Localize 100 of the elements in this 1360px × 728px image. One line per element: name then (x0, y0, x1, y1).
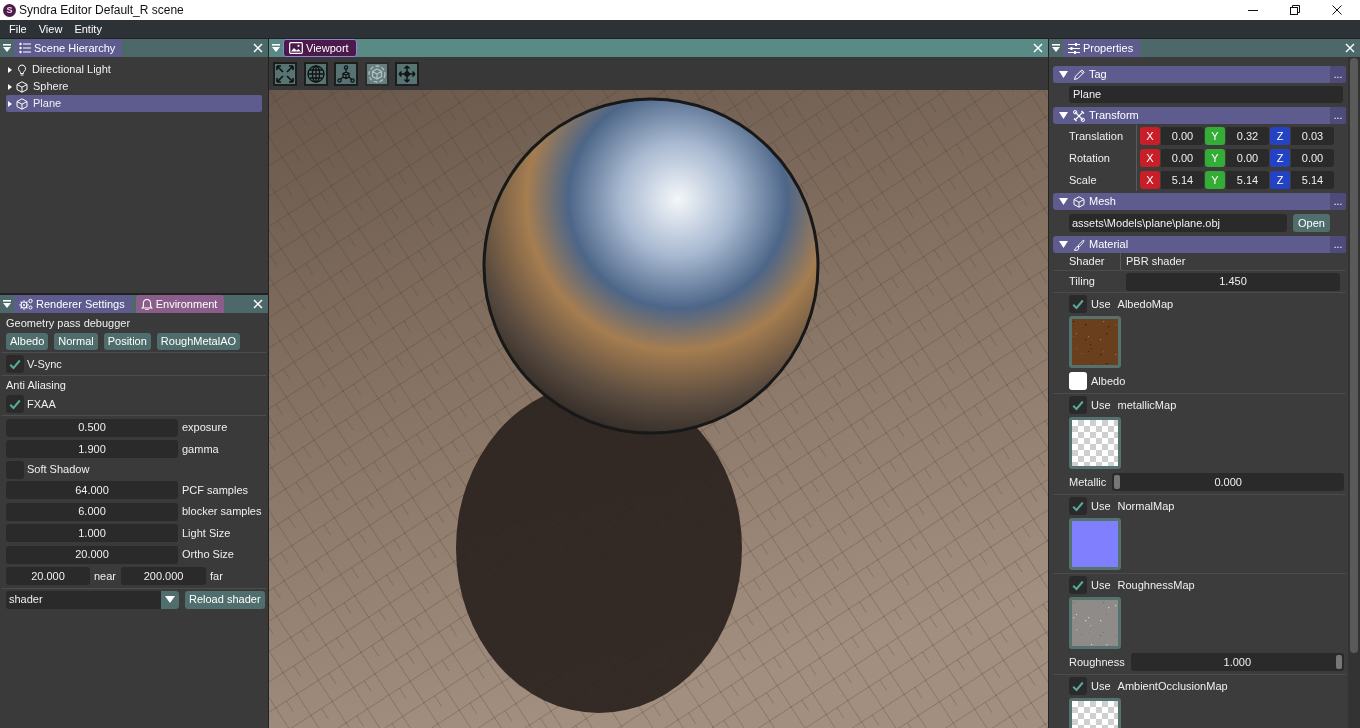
property-label: Rotation (1069, 152, 1110, 164)
crossed-tools-icon (1073, 109, 1085, 122)
close-button[interactable] (1344, 41, 1356, 55)
close-button[interactable] (1032, 41, 1044, 55)
collapsing-header[interactable]: Material ... (1053, 236, 1346, 253)
axis-button[interactable]: X (1140, 171, 1160, 189)
close-button[interactable] (252, 41, 264, 55)
close-button[interactable] (252, 297, 264, 311)
dropdown[interactable]: shader (6, 590, 179, 609)
color-swatch[interactable] (1069, 372, 1087, 390)
text-field[interactable]: Plane (1069, 86, 1343, 103)
menu-item[interactable]: File (3, 20, 33, 38)
toolbar-button[interactable] (395, 61, 419, 86)
value-field[interactable]: 0.03 (1291, 127, 1334, 145)
texture-thumbnail[interactable] (1069, 518, 1121, 570)
value-field[interactable]: 0.00 (1161, 127, 1204, 145)
reload-shader-button[interactable]: Reload shader (185, 590, 265, 609)
scrollbar-thumb[interactable] (1350, 58, 1358, 653)
texture-thumbnail[interactable] (1069, 316, 1121, 368)
drag-field[interactable]: 64.000 (6, 481, 178, 500)
axis-button[interactable]: Z (1270, 149, 1290, 167)
value-field[interactable]: 0.00 (1161, 149, 1204, 167)
panel-tab[interactable]: Renderer Settings (14, 295, 132, 313)
texture-name: AlbedoMap (1117, 298, 1174, 310)
panel-tab[interactable]: Properties (1063, 39, 1141, 57)
axis-button[interactable]: Z (1270, 171, 1290, 189)
drag-field[interactable]: 6.000 (6, 502, 178, 521)
drag-field[interactable]: 1.000 (6, 524, 178, 543)
drag-field[interactable]: 1.900 (6, 440, 178, 459)
texture-thumbnail[interactable] (1069, 417, 1121, 469)
window-menu-icon (271, 44, 280, 52)
close-icon (1033, 43, 1043, 53)
window-menu-icon (2, 44, 11, 52)
toolbar-button[interactable] (334, 61, 358, 86)
panel-tab[interactable]: Scene Hierarchy (14, 39, 123, 57)
toolbar-button[interactable] (273, 61, 297, 86)
tree-item[interactable]: Sphere (6, 78, 262, 95)
collapsing-header[interactable]: Tag ... (1053, 66, 1346, 83)
checkbox[interactable] (1069, 497, 1087, 515)
bell-icon (140, 298, 153, 310)
options-button[interactable]: ... (1330, 236, 1346, 253)
value-field[interactable]: 0.32 (1226, 127, 1269, 145)
section-heading: Anti Aliasing (6, 380, 66, 391)
field-label: Ortho Size (182, 549, 234, 561)
slider[interactable]: 1.000 (1130, 653, 1344, 671)
menu-item[interactable]: View (32, 20, 69, 38)
menu-item[interactable]: Entity (68, 20, 108, 38)
value-field[interactable]: 5.14 (1291, 171, 1334, 189)
debug-view-button[interactable]: Albedo (6, 333, 49, 350)
debug-view-button[interactable]: RoughMetalAO (156, 333, 241, 350)
tree-item[interactable]: Directional Light (6, 61, 262, 78)
panel-tab[interactable]: Environment (135, 295, 225, 313)
checkbox[interactable] (1069, 396, 1087, 414)
panel-tab[interactable]: Viewport (283, 39, 357, 57)
slider-label: Metallic (1069, 476, 1107, 488)
collapsing-header[interactable]: Transform ... (1053, 107, 1346, 124)
checkbox-label: V-Sync (27, 358, 62, 370)
value-field[interactable]: 5.14 (1226, 171, 1269, 189)
minimize-icon (1248, 9, 1258, 11)
drag-field[interactable]: 1.450 (1126, 272, 1340, 291)
cube-icon (367, 64, 386, 83)
axis-button[interactable]: Z (1270, 127, 1290, 145)
checkbox[interactable] (1069, 576, 1087, 594)
drag-field[interactable]: 20.000 (6, 567, 90, 586)
drag-field[interactable]: 200.000 (121, 567, 207, 586)
axis-button[interactable]: X (1140, 127, 1160, 145)
checkbox[interactable] (6, 395, 24, 413)
texture-thumbnail[interactable] (1069, 597, 1121, 649)
collapsing-header[interactable]: Mesh ... (1053, 193, 1346, 210)
open-button[interactable]: Open (1293, 214, 1330, 232)
checkbox[interactable] (1069, 677, 1087, 695)
options-button[interactable]: ... (1330, 66, 1346, 83)
value-field[interactable]: 0.00 (1226, 149, 1269, 167)
slider-handle[interactable] (1336, 655, 1342, 669)
property-label: Shader (1069, 256, 1105, 267)
drag-field[interactable]: 0.500 (6, 418, 178, 437)
checkbox[interactable] (1069, 295, 1087, 313)
slider-handle[interactable] (1114, 475, 1121, 489)
window-menu-icon (2, 300, 11, 308)
debug-view-button[interactable]: Position (103, 333, 151, 350)
globe-icon (306, 64, 325, 83)
drag-field[interactable]: 20.000 (6, 545, 178, 564)
close-icon (253, 299, 263, 309)
value-field[interactable]: 0.00 (1291, 149, 1334, 167)
options-button[interactable]: ... (1330, 193, 1346, 210)
list-icon (19, 42, 31, 54)
debug-view-button[interactable]: Normal (54, 333, 98, 350)
path-field[interactable]: assets\Models\plane\plane.obj (1069, 214, 1287, 232)
checkbox[interactable] (6, 355, 24, 373)
tree-item[interactable]: Plane (6, 95, 262, 112)
checkmark-icon (1072, 298, 1084, 310)
checkmark-icon (1072, 680, 1084, 692)
toolbar-button[interactable] (303, 61, 328, 86)
options-button[interactable]: ... (1330, 107, 1346, 124)
slider[interactable]: 0.000 (1112, 473, 1344, 491)
checkmark-icon (9, 398, 21, 410)
axis-button[interactable]: X (1140, 149, 1160, 167)
restore-icon (1290, 5, 1300, 15)
checkmark-icon (1072, 579, 1084, 591)
value-field[interactable]: 5.14 (1161, 171, 1204, 189)
